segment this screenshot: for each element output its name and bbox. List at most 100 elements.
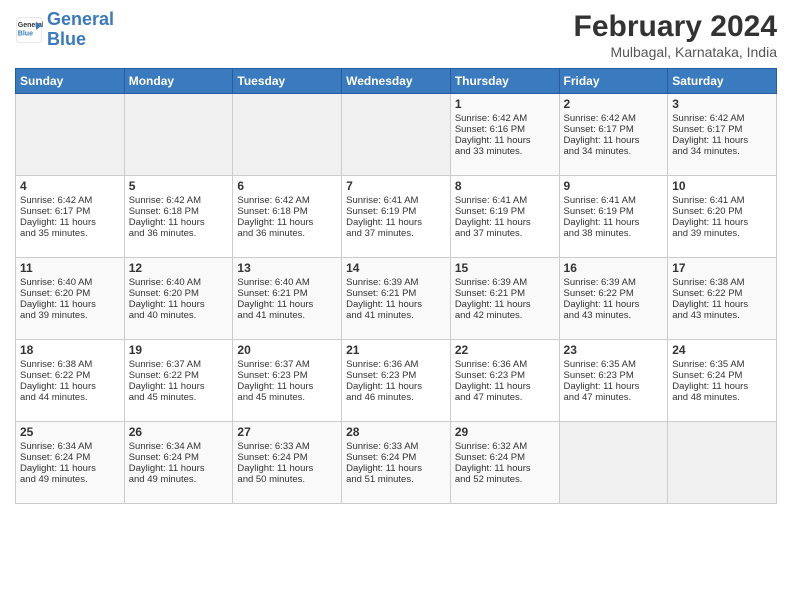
day-info-line: and 43 minutes. xyxy=(564,310,664,321)
day-number: 11 xyxy=(20,261,120,275)
day-info-line: Daylight: 11 hours xyxy=(672,299,772,310)
col-tuesday: Tuesday xyxy=(233,69,342,94)
day-info-line: Sunset: 6:17 PM xyxy=(672,124,772,135)
title-block: February 2024 Mulbagal, Karnataka, India xyxy=(574,10,777,60)
day-info-line: Sunrise: 6:42 AM xyxy=(129,195,229,206)
calendar-table: Sunday Monday Tuesday Wednesday Thursday… xyxy=(15,68,777,504)
day-info-line: and 45 minutes. xyxy=(129,392,229,403)
day-info-line: and 33 minutes. xyxy=(455,146,555,157)
day-info-line: Sunset: 6:20 PM xyxy=(672,206,772,217)
calendar-cell: 3 Sunrise: 6:42 AMSunset: 6:17 PMDaylight… xyxy=(668,94,777,176)
day-info-line: and 50 minutes. xyxy=(237,474,337,485)
day-info-line: Sunset: 6:22 PM xyxy=(20,370,120,381)
day-info-line: Sunset: 6:20 PM xyxy=(20,288,120,299)
calendar-cell: 20Sunrise: 6:37 AMSunset: 6:23 PMDayligh… xyxy=(233,340,342,422)
day-info-line: Daylight: 11 hours xyxy=(346,463,446,474)
day-info-line: Daylight: 11 hours xyxy=(237,299,337,310)
col-sunday: Sunday xyxy=(16,69,125,94)
day-info-line: Sunrise: 6:39 AM xyxy=(455,277,555,288)
header: General Blue GeneralBlue February 2024 M… xyxy=(15,10,777,60)
day-info-line: Daylight: 11 hours xyxy=(672,135,772,146)
day-info-line: and 37 minutes. xyxy=(346,228,446,239)
day-info-line: Sunset: 6:20 PM xyxy=(129,288,229,299)
day-info-line: Sunrise: 6:42 AM xyxy=(20,195,120,206)
day-info-line: Sunset: 6:17 PM xyxy=(20,206,120,217)
day-number: 21 xyxy=(346,343,446,357)
header-row: Sunday Monday Tuesday Wednesday Thursday… xyxy=(16,69,777,94)
day-info-line: Sunrise: 6:35 AM xyxy=(564,359,664,370)
day-info-line: Daylight: 11 hours xyxy=(564,135,664,146)
day-info-line: and 47 minutes. xyxy=(455,392,555,403)
day-info-line: Daylight: 11 hours xyxy=(129,217,229,228)
day-info-line: Sunset: 6:23 PM xyxy=(346,370,446,381)
day-info-line: Daylight: 11 hours xyxy=(129,299,229,310)
calendar-page: General Blue GeneralBlue February 2024 M… xyxy=(0,0,792,612)
day-info-line: and 41 minutes. xyxy=(237,310,337,321)
day-number: 1 xyxy=(455,97,555,111)
calendar-cell: 26Sunrise: 6:34 AMSunset: 6:24 PMDayligh… xyxy=(124,422,233,504)
day-info-line: Sunset: 6:17 PM xyxy=(564,124,664,135)
day-number: 10 xyxy=(672,179,772,193)
day-info-line: and 42 minutes. xyxy=(455,310,555,321)
day-info-line: Sunset: 6:23 PM xyxy=(455,370,555,381)
day-info-line: Sunrise: 6:40 AM xyxy=(20,277,120,288)
day-info-line: Daylight: 11 hours xyxy=(20,299,120,310)
day-info-line: Daylight: 11 hours xyxy=(20,381,120,392)
day-info-line: Sunset: 6:23 PM xyxy=(564,370,664,381)
day-number: 2 xyxy=(564,97,664,111)
day-info-line: and 36 minutes. xyxy=(237,228,337,239)
col-monday: Monday xyxy=(124,69,233,94)
day-number: 20 xyxy=(237,343,337,357)
day-info-line: Daylight: 11 hours xyxy=(20,217,120,228)
calendar-cell: 4Sunrise: 6:42 AMSunset: 6:17 PMDaylight… xyxy=(16,176,125,258)
calendar-cell: 23Sunrise: 6:35 AMSunset: 6:23 PMDayligh… xyxy=(559,340,668,422)
day-info-line: Daylight: 11 hours xyxy=(455,299,555,310)
day-info-line: and 45 minutes. xyxy=(237,392,337,403)
day-info-line: Sunrise: 6:40 AM xyxy=(129,277,229,288)
day-info-line: Sunrise: 6:42 AM xyxy=(672,113,772,124)
day-info-line: and 41 minutes. xyxy=(346,310,446,321)
day-info-line: Sunset: 6:24 PM xyxy=(237,452,337,463)
calendar-cell: 2Sunrise: 6:42 AMSunset: 6:17 PMDaylight… xyxy=(559,94,668,176)
calendar-week-1: 4Sunrise: 6:42 AMSunset: 6:17 PMDaylight… xyxy=(16,176,777,258)
col-wednesday: Wednesday xyxy=(342,69,451,94)
calendar-cell: 13Sunrise: 6:40 AMSunset: 6:21 PMDayligh… xyxy=(233,258,342,340)
day-info-line: Sunset: 6:19 PM xyxy=(346,206,446,217)
day-info-line: Daylight: 11 hours xyxy=(455,381,555,392)
day-number: 19 xyxy=(129,343,229,357)
day-info-line: Daylight: 11 hours xyxy=(129,463,229,474)
day-number: 15 xyxy=(455,261,555,275)
calendar-cell: 21Sunrise: 6:36 AMSunset: 6:23 PMDayligh… xyxy=(342,340,451,422)
day-info-line: and 38 minutes. xyxy=(564,228,664,239)
day-number: 13 xyxy=(237,261,337,275)
day-info-line: Sunset: 6:18 PM xyxy=(237,206,337,217)
day-info-line: and 34 minutes. xyxy=(564,146,664,157)
calendar-cell: 16Sunrise: 6:39 AMSunset: 6:22 PMDayligh… xyxy=(559,258,668,340)
day-number: 3 xyxy=(672,97,772,111)
day-number: 5 xyxy=(129,179,229,193)
day-info-line: Sunrise: 6:34 AM xyxy=(129,441,229,452)
calendar-cell: 28Sunrise: 6:33 AMSunset: 6:24 PMDayligh… xyxy=(342,422,451,504)
day-number: 18 xyxy=(20,343,120,357)
day-info-line: Sunrise: 6:36 AM xyxy=(455,359,555,370)
day-number: 29 xyxy=(455,425,555,439)
calendar-cell: 6Sunrise: 6:42 AMSunset: 6:18 PMDaylight… xyxy=(233,176,342,258)
day-info-line: Daylight: 11 hours xyxy=(564,217,664,228)
day-number: 23 xyxy=(564,343,664,357)
day-number: 28 xyxy=(346,425,446,439)
day-info-line: Sunrise: 6:37 AM xyxy=(237,359,337,370)
calendar-cell: 10Sunrise: 6:41 AMSunset: 6:20 PMDayligh… xyxy=(668,176,777,258)
day-info-line: and 34 minutes. xyxy=(672,146,772,157)
day-info-line: and 49 minutes. xyxy=(129,474,229,485)
calendar-cell: 15Sunrise: 6:39 AMSunset: 6:21 PMDayligh… xyxy=(450,258,559,340)
day-info-line: Daylight: 11 hours xyxy=(455,135,555,146)
day-info-line: Sunrise: 6:41 AM xyxy=(672,195,772,206)
day-info-line: and 39 minutes. xyxy=(20,310,120,321)
day-number: 14 xyxy=(346,261,446,275)
day-info-line: Daylight: 11 hours xyxy=(346,299,446,310)
calendar-cell: 11 Sunrise: 6:40 AMSunset: 6:20 PMDayligh… xyxy=(16,258,125,340)
day-info-line: Sunset: 6:23 PM xyxy=(237,370,337,381)
day-number: 16 xyxy=(564,261,664,275)
calendar-cell xyxy=(124,94,233,176)
day-info-line: Sunrise: 6:35 AM xyxy=(672,359,772,370)
